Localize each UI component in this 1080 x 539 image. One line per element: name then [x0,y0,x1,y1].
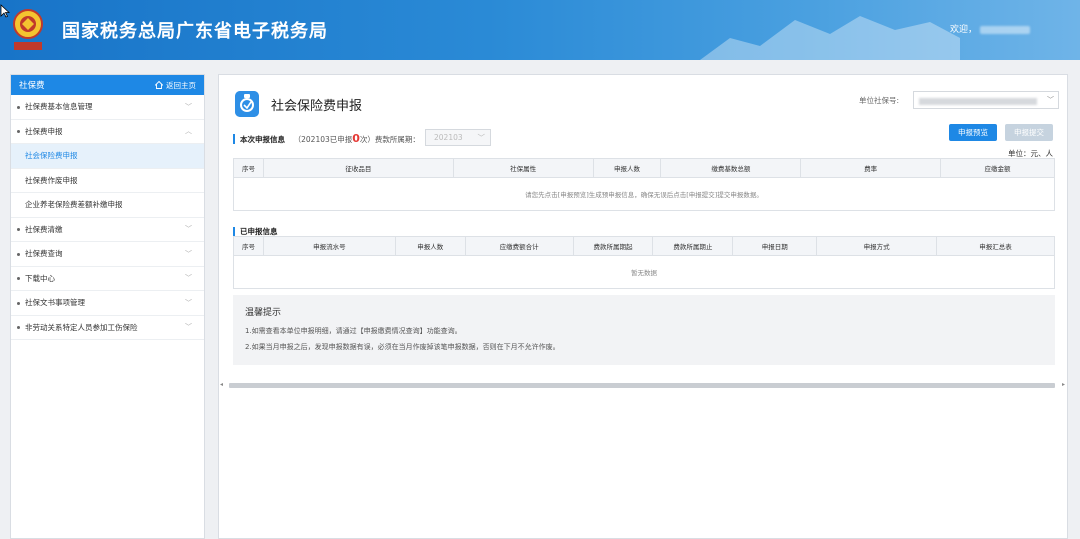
column-header: 申报人数 [592,158,662,178]
declared-count-text: （202103已申报0次）费款所属期： [293,132,420,145]
main-panel: 社会保险费申报 单位社保号: ﹀ 本次申报信息 （202103已申报0次）费款所… [218,74,1068,539]
home-icon [155,81,163,89]
bullet-icon [17,277,20,281]
tips-title: 温馨提示 [245,308,282,318]
horizontal-scrollbar[interactable]: ◂ ▸ [219,381,1067,389]
column-header: 费款所属期起 [572,236,654,256]
column-header: 序号 [233,236,264,256]
current-declaration-table: 序号 征收品目 社保属性 申报人数 缴费基数总额 费率 应缴金额 请您先点击[申… [233,158,1055,211]
preview-button[interactable]: 申报预览 [949,124,997,141]
bullet-icon [17,228,20,232]
bullet-icon [17,301,20,305]
sidebar-item-declaration[interactable]: 社保费申报 ︿ [11,120,204,144]
column-header: 征收品目 [262,158,454,178]
table-header-row: 序号 申报流水号 申报人数 应缴费额合计 费款所属期起 费款所属期止 申报日期 … [233,236,1055,256]
unit-number-label: 单位社保号: [859,96,900,105]
column-header: 申报日期 [732,236,818,256]
welcome-label: 欢迎， [949,25,977,35]
return-home-link[interactable]: 返回主页 [155,80,196,91]
chevron-down-icon: ﹀ [1047,96,1054,104]
sidebar-item-documents[interactable]: 社保文书事项管理 ﹀ [11,291,204,316]
scroll-left-icon[interactable]: ◂ [220,381,223,388]
sidebar-title: 社保费 [19,81,45,91]
tip-line: 2.如果当月申报之后，发现申报数据有误，必须在当月作废掉该笔申报数据，否则在下月… [245,343,560,351]
return-home-label: 返回主页 [166,80,196,90]
section-declared-info: 已申报信息 [233,227,278,236]
declared-count: 0 [352,132,360,145]
chevron-down-icon: ﹀ [185,323,192,332]
sidebar-header: 社保费 返回主页 [11,75,204,95]
top-header: 国家税务总局广东省电子税务局 欢迎， [0,0,1080,60]
column-header: 缴费基数总额 [660,158,802,178]
tip-line: 1.如需查看本单位申报明细，请通过【申报缴费情况查询】功能查询。 [245,327,462,335]
sidebar-item-label: 社保费基本信息管理 [25,102,93,112]
great-wall-decoration [700,16,960,60]
sidebar-item-label: 下载中心 [25,273,55,283]
no-data-message: 暂无数据 [233,255,1055,289]
site-title: 国家税务总局广东省电子税务局 [62,21,328,42]
empty-message: 请您先点击[申报预览]生成预申报信息，确保无误后点击[申报提交]提交申报数据。 [233,177,1055,211]
sidebar-subitem-social-insurance-declaration[interactable]: 社会保险费申报 [11,144,204,169]
tips-panel: 温馨提示 1.如需查看本单位申报明细，请通过【申报缴费情况查询】功能查询。 2.… [233,295,1055,365]
sidebar-subitem-void-declaration[interactable]: 社保费作废申报 [11,169,204,193]
column-header: 申报方式 [816,236,938,256]
column-header: 申报汇总表 [936,236,1055,256]
sidebar: 社保费 返回主页 社保费基本信息管理 ﹀ 社保费申报 ︿ 社会保险费申报 社保费… [10,74,205,539]
section-title: 本次申报信息 [240,135,285,144]
sidebar-item-label: 社保费申报 [25,126,63,136]
sidebar-item-label: 非劳动关系特定人员参加工伤保险 [25,322,138,332]
fee-period-value: 202103 [434,133,463,142]
column-header: 序号 [233,158,264,178]
column-header: 社保属性 [452,158,594,178]
bullet-icon [17,130,20,134]
sidebar-item-query[interactable]: 社保费查询 ﹀ [11,242,204,267]
chevron-down-icon: ﹀ [477,133,486,142]
scroll-right-icon[interactable]: ▸ [1062,381,1065,388]
sidebar-subitem-pension-difference[interactable]: 企业养老保险费差额补缴申报 [11,193,204,218]
column-header: 应缴费额合计 [464,236,574,256]
column-header: 应缴金额 [940,158,1055,178]
table-header-row: 序号 征收品目 社保属性 申报人数 缴费基数总额 费率 应缴金额 [233,158,1055,178]
column-header: 申报流水号 [262,236,396,256]
sidebar-item-label: 社保费清缴 [25,224,63,234]
sidebar-item-label: 社保费查询 [25,249,63,259]
chevron-down-icon: ﹀ [185,298,192,307]
submit-button[interactable]: 申报提交 [1005,124,1053,141]
sidebar-item-basic-info[interactable]: 社保费基本信息管理 ﹀ [11,95,204,120]
column-header: 费款所属期止 [652,236,734,256]
table-row: 暂无数据 [233,255,1055,289]
table-row: 请您先点击[申报预览]生成预申报信息，确保无误后点击[申报提交]提交申报数据。 [233,177,1055,211]
chevron-down-icon: ﹀ [185,249,192,258]
column-header: 申报人数 [394,236,466,256]
scrollbar-thumb[interactable] [229,383,1055,388]
declared-info-table: 序号 申报流水号 申报人数 应缴费额合计 费款所属期起 费款所属期止 申报日期 … [233,236,1055,289]
mouse-cursor-icon [0,4,10,18]
sidebar-item-work-injury[interactable]: 非劳动关系特定人员参加工伤保险 ﹀ [11,316,204,340]
user-name-masked [980,25,1030,34]
column-header: 费率 [800,158,942,178]
fee-period-select[interactable]: 202103 ﹀ [425,129,491,146]
section-current-declaration: 本次申报信息 （202103已申报0次）费款所属期： [233,132,420,145]
sidebar-item-download-center[interactable]: 下载中心 ﹀ [11,267,204,291]
sidebar-item-label: 社保文书事项管理 [25,298,85,308]
unit-number-value-masked [919,97,1037,105]
unit-number-select[interactable]: ﹀ [913,91,1059,109]
welcome-text: 欢迎， [950,22,1030,35]
sidebar-item-settlement[interactable]: 社保费清缴 ﹀ [11,218,204,242]
chevron-up-icon: ︿ [185,127,192,136]
chevron-down-icon: ﹀ [185,102,192,111]
tax-emblem-icon [13,9,43,50]
chevron-down-icon: ﹀ [185,225,192,234]
social-insurance-icon [235,91,259,117]
page-title: 社会保险费申报 [271,99,363,114]
bullet-icon [17,252,20,256]
bullet-icon [17,326,20,330]
chevron-down-icon: ﹀ [185,274,192,283]
bullet-icon [17,105,20,109]
